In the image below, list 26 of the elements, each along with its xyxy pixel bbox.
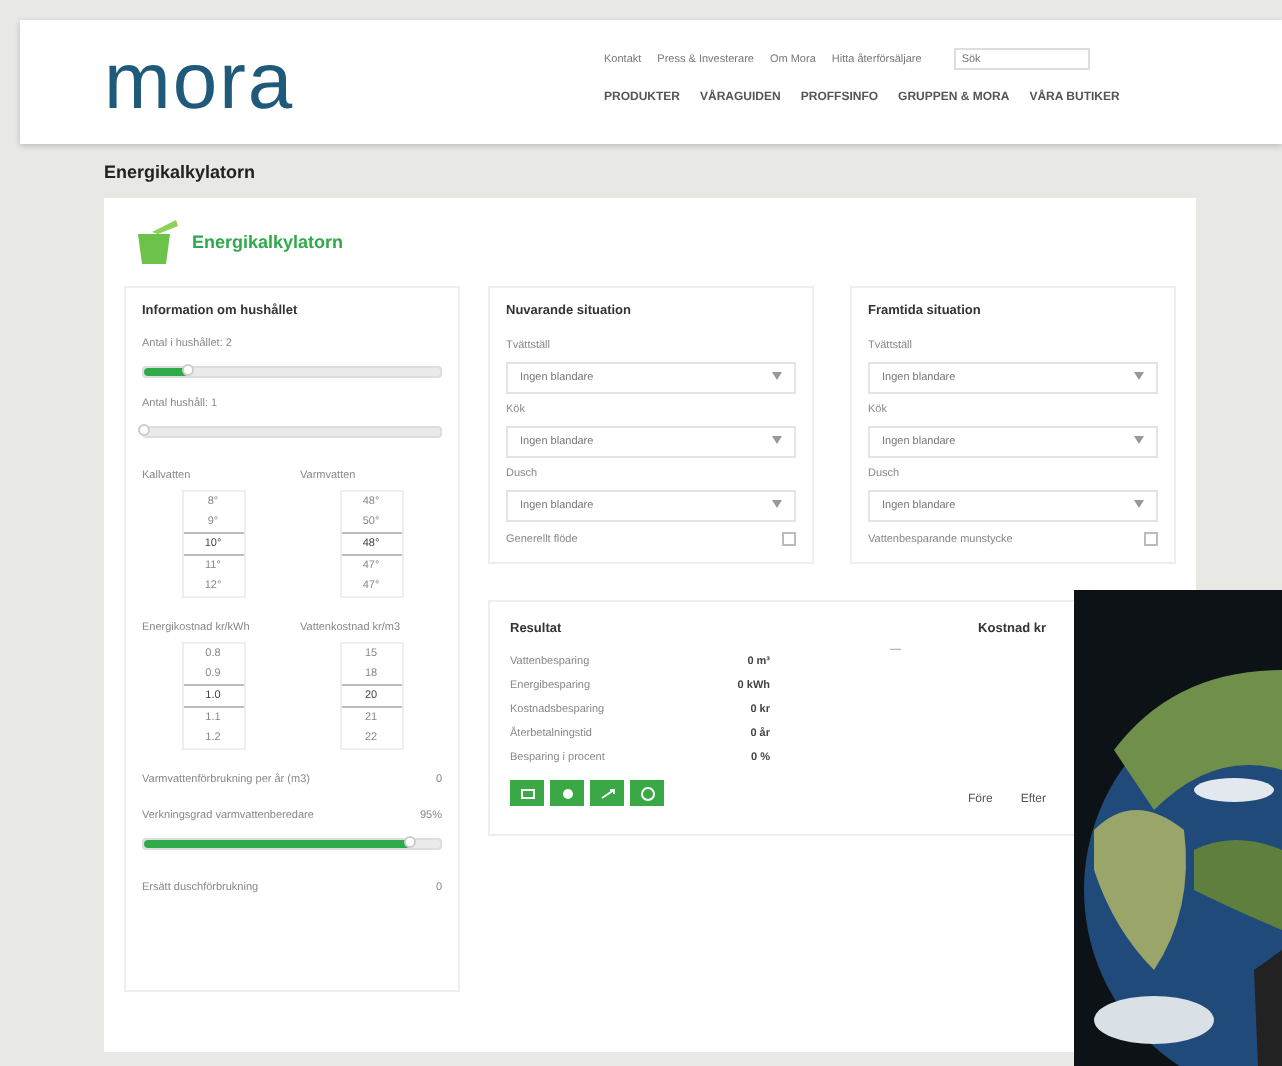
caret-icon [1134,372,1144,380]
share-button[interactable] [590,780,624,806]
checkbox[interactable] [1144,532,1158,546]
checkbox[interactable] [782,532,796,546]
caret-icon [772,372,782,380]
share-button[interactable] [550,780,584,806]
circle-icon [559,785,575,801]
slider-track[interactable] [142,838,442,850]
slider-thumb[interactable] [182,364,195,376]
slider-track[interactable] [142,426,442,438]
caret-icon [1134,436,1144,444]
slider-thumb[interactable] [404,836,417,848]
bucket-icon [136,218,180,266]
share-button[interactable] [510,780,544,806]
page-title: Energikalkylatorn [104,162,258,182]
calculator-title: Energikalkylatorn [192,232,344,252]
slider-fill [144,368,189,376]
caret-icon [772,500,782,508]
slider-track[interactable] [142,366,442,378]
ring-icon [639,785,655,801]
share-button[interactable] [630,780,664,806]
mora-logo[interactable]: mora [104,42,604,122]
slider-thumb[interactable] [138,424,150,436]
arrow-icon [599,785,615,801]
caret-icon [772,436,782,444]
caret-icon [1134,500,1144,508]
